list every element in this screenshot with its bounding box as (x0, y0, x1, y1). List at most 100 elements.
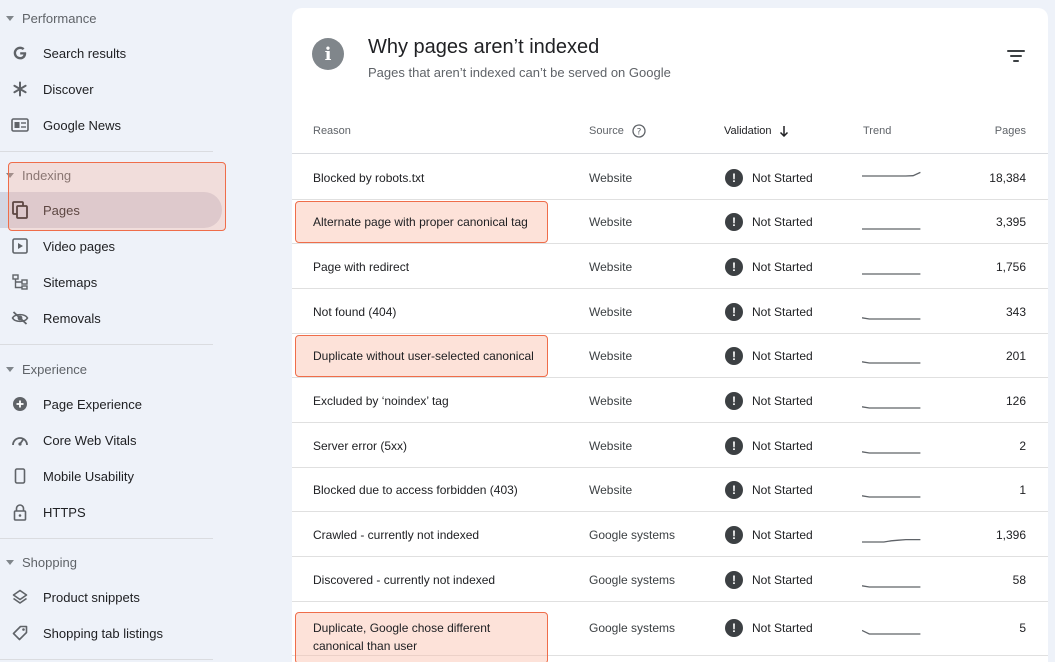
validation-cell: ! Not Started (725, 423, 813, 468)
sidebar-item-product-snippets[interactable]: Product snippets (0, 579, 222, 615)
sidebar-item-shopping-tab-listings[interactable]: Shopping tab listings (0, 615, 222, 651)
table-row[interactable]: Blocked due to access forbidden (403) Web… (292, 468, 1048, 512)
card-subtitle: Pages that aren’t indexed can’t be serve… (368, 65, 671, 80)
pages-count-cell: 18,384 (989, 170, 1026, 185)
table-row[interactable]: Duplicate, Google chose different canoni… (292, 602, 1048, 662)
sidebar-item-label: Core Web Vitals (43, 432, 137, 448)
google-g-icon (10, 43, 30, 63)
warning-icon: ! (725, 168, 743, 187)
pages-count-cell: 201 (1005, 349, 1026, 363)
help-icon[interactable]: ? (632, 124, 646, 138)
table-header: Reason Source ? Validation Trend Pages (292, 108, 1048, 154)
source-cell: Website (589, 170, 633, 185)
validation-status: Not Started (752, 572, 813, 587)
warning-icon: ! (725, 302, 743, 321)
removals-icon (10, 308, 30, 328)
sidebar-item-https[interactable]: HTTPS (0, 494, 222, 530)
sidebar-item-label: Product snippets (43, 589, 140, 605)
reason-cell: Discovered - currently not indexed (313, 572, 496, 587)
table-row[interactable]: Page with redirect Website! Not Started 1,7… (292, 244, 1048, 289)
reason-cell: Duplicate without user-selected canonica… (313, 349, 534, 363)
table-row[interactable]: Not found (404) Website! Not Started 343 (292, 289, 1048, 334)
section-performance[interactable]: Performance (0, 6, 96, 30)
svg-text:?: ? (636, 127, 641, 137)
sidebar-item-label: Google News (43, 117, 122, 133)
section-title: Experience (22, 361, 88, 377)
collapse-caret-icon (6, 559, 14, 565)
pages-count-cell: 343 (1005, 304, 1026, 319)
sidebar-item-video-pages[interactable]: Video pages (0, 228, 222, 264)
reason-cell: Crawled - currently not indexed (313, 527, 480, 542)
filter-icon[interactable] (1004, 46, 1028, 66)
sidebar-item-google-news[interactable]: Google News (0, 107, 222, 143)
validation-status: Not Started (752, 393, 813, 408)
source-cell: Website (589, 393, 633, 408)
collapse-caret-icon (6, 15, 14, 21)
sidebar-item-search-results[interactable]: Search results (0, 35, 222, 71)
warning-icon: ! (725, 213, 743, 231)
validation-cell: ! Not Started (725, 512, 813, 557)
table-row[interactable]: Excluded by ‘noindex’ tag Website! Not Sta… (292, 378, 1048, 423)
sidebar-item-core-web-vitals[interactable]: Core Web Vitals (0, 422, 222, 458)
table-row[interactable]: Blocked by robots.txt Website! Not Started… (292, 155, 1048, 200)
reason-cell: Excluded by ‘noindex’ tag (313, 393, 449, 408)
column-header-pages[interactable]: Pages (942, 108, 1026, 154)
column-header-source[interactable]: Source ? (589, 108, 646, 154)
column-header-validation[interactable]: Validation (724, 108, 789, 154)
reason-cell: Blocked by robots.txt (313, 170, 425, 185)
source-cell: Website (589, 259, 633, 274)
sidebar-item-label: Sitemaps (43, 274, 98, 290)
reason-cell: Alternate page with proper canonical tag (313, 215, 528, 229)
sidebar: Performance Search results Discover Goog… (0, 0, 230, 662)
validation-cell: ! Not Started (725, 468, 813, 512)
trend-sparkline (862, 495, 921, 498)
warning-icon: ! (725, 347, 743, 365)
table-row[interactable]: Discovered - currently not indexed Google… (292, 557, 1048, 602)
pages-count-cell: 5 (1019, 621, 1026, 635)
validation-status: Not Started (752, 215, 813, 229)
sidebar-item-discover[interactable]: Discover (0, 71, 222, 107)
collapse-caret-icon (6, 366, 14, 372)
info-icon: i (312, 38, 344, 70)
warning-icon: ! (725, 570, 743, 589)
sidebar-item-label: Removals (43, 310, 101, 326)
trend-line (862, 316, 921, 320)
pages-count-cell: 2 (1019, 438, 1026, 453)
column-header-trend[interactable]: Trend (863, 108, 891, 154)
validation-cell: ! Not Started (725, 557, 813, 602)
section-experience[interactable]: Experience (0, 357, 87, 381)
divider (0, 344, 213, 345)
tag-icon (10, 623, 30, 643)
trend-line (862, 450, 921, 454)
table-row[interactable]: Server error (5xx) Website! Not Started 2 (292, 423, 1048, 468)
column-header-label: Validation (724, 125, 772, 137)
sidebar-item-label: Discover (43, 81, 94, 97)
pages-count-cell: 126 (1005, 393, 1026, 408)
gauge-icon (10, 430, 30, 450)
validation-status: Not Started (752, 621, 813, 635)
column-header-reason[interactable]: Reason (313, 108, 351, 154)
column-header-label: Source (589, 125, 624, 137)
validation-status: Not Started (752, 304, 813, 319)
sidebar-item-label: Shopping tab listings (43, 625, 163, 641)
card-title: Why pages aren’t indexed (368, 36, 600, 58)
divider (0, 659, 213, 660)
validation-cell: ! Not Started (725, 619, 813, 637)
table-row[interactable]: Crawled - currently not indexed Google sy… (292, 512, 1048, 557)
trend-sparkline (862, 272, 921, 275)
warning-icon: ! (725, 525, 743, 544)
section-shopping[interactable]: Shopping (0, 550, 77, 574)
trend-line (862, 361, 921, 364)
lock-icon (10, 502, 30, 522)
trend-line (862, 405, 921, 409)
plus-circle-icon (10, 394, 30, 414)
trend-sparkline (862, 228, 921, 230)
validation-status: Not Started (752, 259, 813, 274)
table-row[interactable]: Alternate page with proper canonical tag… (292, 200, 1048, 244)
table-row[interactable]: Duplicate without user-selected canonica… (292, 334, 1048, 378)
sidebar-item-page-experience[interactable]: Page Experience (0, 386, 222, 422)
sidebar-item-mobile-usability[interactable]: Mobile Usability (0, 458, 222, 494)
sidebar-item-removals[interactable]: Removals (0, 300, 222, 336)
sidebar-item-sitemaps[interactable]: Sitemaps (0, 264, 222, 300)
pages-count-cell: 1,756 (995, 259, 1026, 274)
